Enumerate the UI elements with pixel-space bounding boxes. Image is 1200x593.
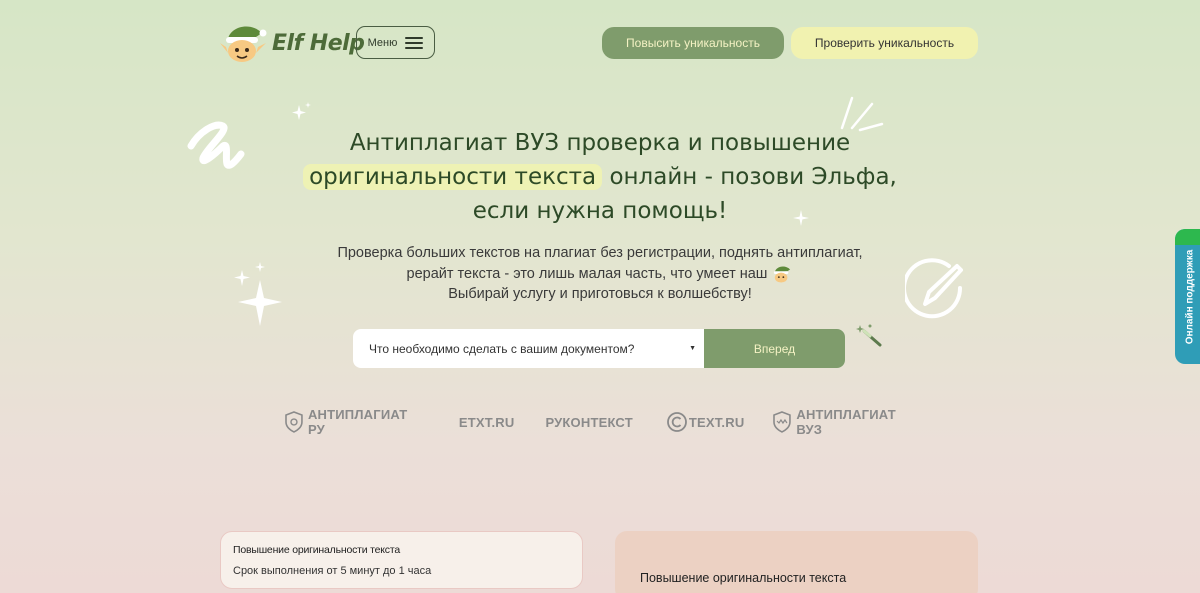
- hero-subtitle-part2: Выбирай услугу и приготовься к волшебств…: [448, 286, 752, 302]
- hamburger-icon: [405, 36, 424, 49]
- hero-title-highlight: оригинальности текста: [303, 164, 603, 190]
- online-support-tab[interactable]: Онлайн поддержка: [1175, 229, 1200, 364]
- partner-label: АНТИПЛАГИАТ ВУЗ: [796, 407, 896, 437]
- service-card-title: Повышение оригинальности текста: [233, 544, 400, 556]
- shield-icon: [285, 411, 303, 433]
- pen-circle-icon: [905, 258, 963, 319]
- logo-text: Elf Help: [272, 30, 365, 56]
- dropdown-caret-icon: ▼: [689, 345, 696, 352]
- online-support-label: Онлайн поддержка: [1184, 249, 1196, 344]
- magic-wand-icon: [856, 324, 882, 347]
- partner-etxt: ETXT.RU: [459, 415, 515, 430]
- partner-logos: АНТИПЛАГИАТ РУ ETXT.RU РУКОНТЕКСТ TEXT.R…: [285, 407, 925, 437]
- hero-title: Антиплагиат ВУЗ проверка и повышение ори…: [300, 126, 900, 228]
- partner-textru: TEXT.RU: [666, 411, 745, 433]
- service-card-term: Срок выполнения от 5 минут до 1 часа: [233, 565, 432, 577]
- partner-label: ETXT.RU: [458, 414, 515, 430]
- service-select-value: Что необходимо сделать с вашим документо…: [369, 341, 635, 356]
- hero-title-part1: Антиплагиат ВУЗ проверка и повышение: [349, 130, 851, 156]
- service-detail-title: Повышение оригинальности текста: [640, 571, 847, 585]
- sparkle-large-icon: [234, 262, 282, 326]
- service-search-bar: Что необходимо сделать с вашим документо…: [353, 329, 845, 368]
- hero-subtitle: Проверка больших текстов на плагиат без …: [320, 243, 880, 305]
- service-card-selected[interactable]: Повышение оригинальности текста Срок вып…: [220, 531, 583, 589]
- partner-antiplagiat-ru: АНТИПЛАГИАТ РУ: [285, 407, 428, 437]
- scribble-decoration: [187, 121, 245, 169]
- site-logo[interactable]: Elf Help: [220, 22, 365, 64]
- menu-button[interactable]: Меню: [356, 26, 435, 59]
- copyright-icon: [666, 412, 687, 432]
- menu-label: Меню: [367, 36, 398, 49]
- elf-mascot-icon: [220, 26, 267, 62]
- site-header: Elf Help Меню Повысить уникальность Пров…: [220, 22, 978, 64]
- service-select[interactable]: Что необходимо сделать с вашим документо…: [353, 329, 704, 368]
- partner-label: РУКОНТЕКСТ: [545, 414, 633, 430]
- partner-label: АНТИПЛАГИАТ РУ: [307, 407, 408, 437]
- partner-label: TEXT.RU: [688, 414, 745, 430]
- check-uniqueness-button[interactable]: Проверить уникальность: [791, 27, 978, 59]
- partner-antiplagiat-vuz: АНТИПЛАГИАТ ВУЗ: [773, 407, 925, 437]
- shield-vuz-icon: [773, 411, 792, 433]
- service-detail-card: Повышение оригинальности текста: [615, 531, 978, 593]
- elf-inline-icon: [774, 266, 791, 283]
- partner-rucontext: РУКОНТЕКСТ: [545, 415, 632, 430]
- go-button[interactable]: Вперед: [704, 329, 845, 368]
- sparkle-small-icon: [292, 102, 311, 120]
- improve-uniqueness-button[interactable]: Повысить уникальность: [602, 27, 784, 59]
